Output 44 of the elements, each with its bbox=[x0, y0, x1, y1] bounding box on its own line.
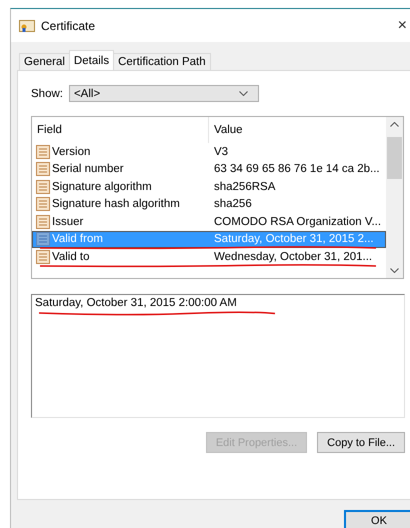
tab[interactable]: Details bbox=[68, 50, 114, 70]
document-icon bbox=[36, 250, 50, 264]
list-row[interactable]: Serial number 63 34 69 65 86 76 1e 14 ca 2b... bbox=[32, 160, 386, 178]
field-value: sha256RSA bbox=[213, 180, 276, 193]
scrollbar-thumb[interactable] bbox=[387, 137, 402, 179]
field-name: Serial number bbox=[52, 163, 124, 176]
field-value: V3 bbox=[213, 146, 228, 158]
list-row[interactable]: Version V3 bbox=[32, 143, 386, 160]
document-icon bbox=[36, 180, 50, 194]
chevron-down-icon bbox=[238, 91, 248, 96]
list-row[interactable]: Issuer COMODO RSA Organization V... bbox=[32, 213, 386, 230]
detail-text: Saturday, October 31, 2015 2:00:00 AM bbox=[35, 297, 237, 309]
field-value: Wednesday, October 31, 201... bbox=[213, 250, 372, 263]
field-value: sha256 bbox=[213, 198, 252, 210]
field-value: Saturday, October 31, 2015 2... bbox=[213, 233, 374, 246]
list-row[interactable]: Signature hash algorithm sha256 bbox=[32, 196, 386, 213]
document-icon bbox=[36, 162, 50, 176]
show-dropdown[interactable]: <All> bbox=[68, 85, 259, 102]
tab[interactable]: General bbox=[19, 53, 70, 70]
window-title: Certificate bbox=[41, 18, 96, 32]
detail-box[interactable]: Saturday, October 31, 2015 2:00:00 AM bbox=[31, 294, 405, 418]
column-header[interactable]: Field bbox=[32, 117, 209, 143]
field-name: Valid from bbox=[52, 233, 103, 246]
show-label: Show: bbox=[31, 88, 63, 100]
list-row[interactable]: Valid to Wednesday, October 31, 201... bbox=[32, 248, 386, 266]
tab[interactable]: Certification Path bbox=[113, 53, 211, 70]
list-row[interactable]: Signature algorithm sha256RSA bbox=[32, 178, 386, 196]
column-header[interactable]: Value bbox=[209, 117, 243, 143]
document-icon bbox=[36, 232, 50, 246]
field-value: COMODO RSA Organization V... bbox=[213, 216, 382, 228]
field-name: Version bbox=[52, 146, 90, 158]
field-name: Signature algorithm bbox=[52, 180, 152, 193]
close-button[interactable]: × bbox=[398, 16, 407, 34]
field-value: 63 34 69 65 86 76 1e 14 ca 2b... bbox=[213, 163, 380, 176]
field-name: Signature hash algorithm bbox=[52, 198, 180, 210]
certificate-icon bbox=[19, 18, 35, 32]
document-icon bbox=[36, 214, 50, 229]
document-icon bbox=[36, 197, 50, 212]
field-name: Valid to bbox=[52, 250, 90, 263]
copy-to-file-button[interactable]: Copy to File... bbox=[317, 432, 405, 453]
document-icon bbox=[36, 144, 50, 159]
ok-button[interactable]: OK bbox=[344, 510, 410, 528]
scrollbar[interactable] bbox=[386, 117, 403, 278]
field-name: Issuer bbox=[52, 216, 84, 228]
